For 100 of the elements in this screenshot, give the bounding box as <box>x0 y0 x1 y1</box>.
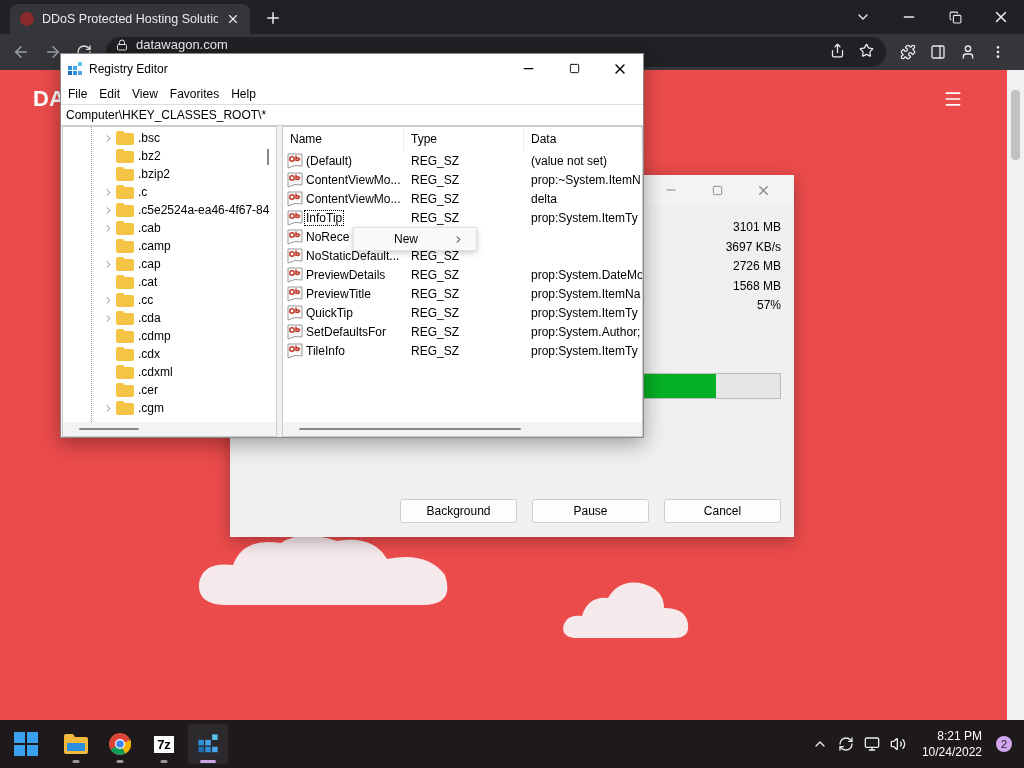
new-tab-icon[interactable] <box>264 9 282 27</box>
column-header[interactable]: Data <box>524 127 642 151</box>
clock[interactable]: 8:21 PM 10/24/2022 <box>921 728 982 760</box>
dialog-button[interactable]: Background <box>400 499 517 523</box>
registry-icon <box>197 733 219 755</box>
value-name[interactable]: (Default) <box>305 153 353 168</box>
folder-icon <box>116 167 134 181</box>
folder-icon <box>116 311 134 325</box>
lock-icon <box>116 39 128 51</box>
tree-item[interactable]: .bsc <box>92 129 160 147</box>
folder-icon <box>116 239 134 253</box>
value-data: prop:System.Author; <box>530 324 642 339</box>
back-icon[interactable] <box>12 43 30 61</box>
value-name[interactable]: QuickTip <box>305 305 354 320</box>
folder-icon <box>116 383 134 397</box>
forward-icon[interactable] <box>44 43 62 61</box>
value-name[interactable]: TileInfo <box>305 343 346 358</box>
value-type: REG_SZ <box>410 286 460 301</box>
folder-icon <box>116 203 134 217</box>
menu-item[interactable]: Help <box>225 86 262 101</box>
tree-item[interactable]: .cgm <box>92 399 164 417</box>
tree-item[interactable]: .cat <box>92 273 158 291</box>
side-panel-icon[interactable] <box>930 44 946 60</box>
chrome-icon <box>109 733 131 755</box>
close-icon[interactable] <box>226 12 240 26</box>
tree-item[interactable]: .cer <box>92 381 158 399</box>
volume-icon[interactable] <box>889 736 906 752</box>
taskbar-app[interactable] <box>188 724 228 764</box>
scrollbar-thumb[interactable] <box>267 149 269 165</box>
string-value-icon <box>287 228 303 245</box>
value-name[interactable]: NoStaticDefault... <box>305 248 401 263</box>
folder-icon <box>116 185 134 199</box>
dialog-button[interactable]: Cancel <box>664 499 781 523</box>
value-type: REG_SZ <box>410 324 460 339</box>
menu-item[interactable]: Edit <box>93 86 127 101</box>
network-icon[interactable] <box>863 736 880 752</box>
menu-item[interactable]: View <box>126 86 164 101</box>
profile-icon[interactable] <box>960 44 976 60</box>
stat-value: 57% <box>756 297 781 314</box>
tree-item[interactable]: .camp <box>92 237 171 255</box>
tree-item[interactable]: .cdxml <box>92 363 173 381</box>
share-icon[interactable] <box>830 43 845 58</box>
stat-value: 1568 MB <box>732 277 781 295</box>
scrollbar-thumb[interactable] <box>79 428 139 430</box>
folder-icon <box>116 275 134 289</box>
tree-item[interactable]: .cdx <box>92 345 160 363</box>
tree-item[interactable]: .c <box>92 183 148 201</box>
tree-item[interactable]: .cc <box>92 291 154 309</box>
star-icon[interactable] <box>859 43 874 58</box>
scrollbar-thumb[interactable] <box>1011 90 1020 160</box>
value-name[interactable]: PreviewTitle <box>305 286 372 301</box>
string-value-icon <box>287 342 303 359</box>
folder-icon <box>116 257 134 271</box>
scrollbar-thumb[interactable] <box>299 428 521 430</box>
address-field[interactable]: Computer\HKEY_CLASSES_ROOT\* <box>61 104 643 126</box>
tree-item[interactable]: .bz2 <box>92 147 161 165</box>
string-value-icon <box>287 323 303 340</box>
value-name[interactable]: PreviewDetails <box>305 267 387 282</box>
value-type: REG_SZ <box>410 153 460 168</box>
menu-icon[interactable] <box>943 89 963 109</box>
dialog-button[interactable]: Pause <box>532 499 649 523</box>
column-header[interactable]: Name <box>283 127 404 151</box>
value-type: REG_SZ <box>410 248 460 263</box>
stat-value: 2726 MB <box>732 258 781 275</box>
string-value-icon <box>287 152 303 169</box>
folder-icon <box>116 347 134 361</box>
value-data: delta <box>530 191 559 206</box>
folder-icon <box>116 221 134 235</box>
folder-icon <box>64 734 88 754</box>
value-data: prop:System.ItemTy <box>530 343 639 358</box>
notification-badge[interactable]: 2 <box>996 736 1012 752</box>
column-header[interactable]: Type <box>404 127 524 151</box>
tree-item[interactable]: .c5e2524a-ea46-4f67-84 <box>92 201 270 219</box>
taskbar-app[interactable]: 7z <box>144 724 184 764</box>
sync-icon[interactable] <box>837 736 854 752</box>
value-name[interactable]: ContentViewMo... <box>305 172 402 187</box>
puzzle-icon[interactable] <box>900 44 916 60</box>
tree-item[interactable]: .cap <box>92 255 161 273</box>
tree-item[interactable]: .bzip2 <box>92 165 171 183</box>
menu-item[interactable]: Favorites <box>163 86 226 101</box>
archiver-icon: 7z <box>154 735 174 753</box>
folder-icon <box>116 401 134 415</box>
tree-item[interactable]: .cda <box>92 309 161 327</box>
menu-item[interactable]: New <box>354 228 476 250</box>
value-name[interactable]: SetDefaultsFor <box>305 324 388 339</box>
string-value-icon <box>287 190 303 207</box>
value-data: prop:~System.ItemN <box>530 172 642 187</box>
tree-item[interactable]: .cdmp <box>92 327 171 345</box>
string-value-icon <box>287 304 303 321</box>
tree-item[interactable]: .cab <box>92 219 161 237</box>
value-data: prop:System.ItemNa <box>530 286 642 301</box>
string-value-icon <box>287 247 303 264</box>
favicon-icon <box>20 12 34 26</box>
value-name[interactable]: NoRece <box>305 229 351 244</box>
value-data: (value not set) <box>530 153 609 168</box>
value-name[interactable]: ContentViewMo... <box>305 191 402 206</box>
start-icon[interactable] <box>14 732 38 756</box>
string-value-icon <box>287 171 303 188</box>
value-name[interactable]: InfoTip <box>305 210 344 225</box>
menu-item[interactable]: File <box>62 86 94 101</box>
